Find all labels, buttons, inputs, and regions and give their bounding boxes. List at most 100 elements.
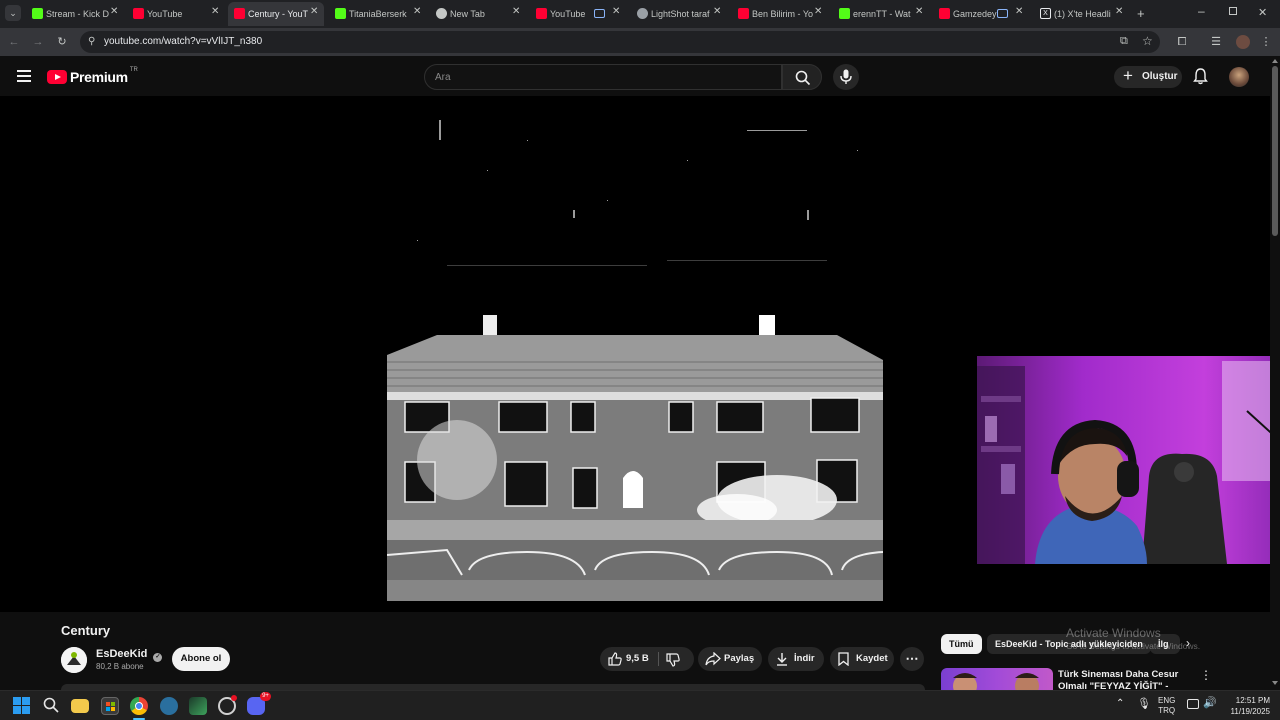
close-tab-icon[interactable]: ✕ <box>211 6 219 17</box>
network-app-icon[interactable] <box>160 697 178 715</box>
discord-icon[interactable]: 9+ <box>247 692 271 715</box>
like-dislike-group: 9,5 B <box>600 647 694 671</box>
steam-like-icon[interactable] <box>218 695 237 715</box>
close-tab-icon[interactable]: ✕ <box>814 6 822 17</box>
reading-list-icon[interactable]: ☰ <box>1208 34 1224 50</box>
profile-avatar[interactable] <box>1236 35 1250 49</box>
share-button[interactable]: Paylaş <box>698 647 762 671</box>
new-tab-button[interactable]: + <box>1137 6 1145 21</box>
chip-all[interactable]: Tümü <box>941 634 982 654</box>
save-label: Kaydet <box>856 653 888 664</box>
install-app-icon[interactable]: ⧉ <box>1120 35 1128 48</box>
close-tab-icon[interactable]: ✕ <box>512 6 520 17</box>
close-window-button[interactable]: ✕ <box>1258 6 1267 19</box>
close-tab-icon[interactable]: ✕ <box>612 6 620 17</box>
kick-icon <box>32 8 43 19</box>
close-tab-icon[interactable]: ✕ <box>110 6 118 17</box>
video-frame[interactable] <box>387 100 883 601</box>
bookmark-star-icon[interactable]: ☆ <box>1142 34 1153 48</box>
create-button[interactable]: + Oluştur <box>1114 66 1182 88</box>
menu-kebab-icon[interactable]: ⋮ <box>1258 34 1274 50</box>
hamburger-menu-icon[interactable] <box>17 70 31 82</box>
channel-avatar[interactable] <box>61 647 87 673</box>
create-label: Oluştur <box>1142 71 1178 82</box>
thumbs-down-icon[interactable] <box>666 653 680 667</box>
close-tab-icon[interactable]: ✕ <box>915 6 923 17</box>
subscribe-button[interactable]: Abone ol <box>172 647 230 671</box>
channel-avatar-image <box>61 647 87 673</box>
user-avatar[interactable] <box>1229 67 1249 87</box>
browser-tab-active[interactable]: Century - YouT ✕ <box>228 2 324 26</box>
show-hidden-icons-icon[interactable]: ⌃ <box>1116 698 1124 709</box>
browser-tab[interactable]: X (1) X'te Headli ✕ <box>1040 2 1132 26</box>
microsoft-store-icon[interactable] <box>101 697 119 715</box>
volume-icon[interactable]: 🔊 <box>1203 696 1217 709</box>
picture-in-picture-icon <box>594 9 605 18</box>
more-actions-button[interactable]: ⋯ <box>900 647 924 671</box>
search-button[interactable] <box>782 64 822 90</box>
voice-search-button[interactable] <box>833 64 859 90</box>
save-button[interactable]: Kaydet <box>830 647 894 671</box>
scroll-up-arrow-icon[interactable] <box>1272 59 1278 63</box>
recommendation-menu-icon[interactable]: ⋮ <box>1200 668 1212 682</box>
search-input[interactable]: Ara <box>424 64 782 90</box>
close-tab-icon[interactable]: ✕ <box>1115 6 1123 17</box>
tab-title: erennTT - Wat <box>853 9 911 19</box>
reload-icon[interactable]: ↻ <box>54 34 70 50</box>
notifications-bell-icon[interactable] <box>1193 68 1208 85</box>
close-tab-icon[interactable]: ✕ <box>413 6 421 17</box>
browser-tab[interactable]: YouTube ✕ <box>133 2 225 26</box>
minimize-button[interactable]: – <box>1198 4 1205 18</box>
browser-tab[interactable]: New Tab ✕ <box>436 2 528 26</box>
logo-region: TR <box>129 67 138 73</box>
like-count[interactable]: 9,5 B <box>626 647 649 671</box>
close-tab-icon[interactable]: ✕ <box>310 6 318 17</box>
watermark-title: Activate Windows <box>1066 626 1161 640</box>
recommendation-thumbnail-image <box>953 673 1039 690</box>
app-icon[interactable] <box>189 697 207 715</box>
language-code: ENG <box>1158 696 1176 705</box>
youtube-premium-logo[interactable]: Premium TR <box>47 67 138 86</box>
extensions-icon[interactable]: ⧠ <box>1174 34 1190 50</box>
browser-tab[interactable]: erennTT - Wat ✕ <box>839 2 931 26</box>
channel-name-text[interactable]: EsDeeKid <box>96 648 147 660</box>
microphone-icon[interactable]: 🎙 <box>1137 697 1151 710</box>
tab-search-button[interactable]: ⌄ <box>5 5 21 21</box>
url-text[interactable]: youtube.com/watch?v=vVlIJT_n380 <box>104 36 262 47</box>
forward-icon[interactable]: → <box>30 34 46 50</box>
youtube-icon <box>234 8 245 19</box>
search-icon[interactable] <box>43 697 59 713</box>
tab-title: Ben Bilirim - Yo <box>752 9 814 19</box>
tab-title: TitaniaBerserk <box>349 9 407 19</box>
language-indicator[interactable]: ENG TRQ <box>1158 696 1175 716</box>
chrome-icon[interactable] <box>130 697 148 715</box>
system-clock[interactable]: 12:51 PM 11/19/2025 <box>1226 695 1270 717</box>
browser-tab[interactable]: Gamzedey ✕ <box>939 2 1031 26</box>
site-info-icon[interactable]: ⚲ <box>88 36 95 47</box>
channel-name[interactable]: EsDeeKid ✓ <box>96 648 163 662</box>
close-tab-icon[interactable]: ✕ <box>713 6 721 17</box>
tab-title: (1) X'te Headli <box>1054 9 1111 19</box>
browser-tab[interactable]: TitaniaBerserk ✕ <box>335 2 427 26</box>
webcam-overlay <box>977 356 1280 564</box>
page-scrollbar[interactable] <box>1270 56 1280 690</box>
recommendation-thumbnail[interactable] <box>941 668 1053 690</box>
file-explorer-icon[interactable] <box>71 699 89 713</box>
scroll-thumb[interactable] <box>1272 66 1278 236</box>
download-button[interactable]: İndir <box>768 647 824 671</box>
youtube-icon <box>738 8 749 19</box>
browser-tab[interactable]: Stream - Kick D ✕ <box>32 2 124 26</box>
browser-tab[interactable]: Ben Bilirim - Yo ✕ <box>738 2 830 26</box>
thumbs-up-icon[interactable] <box>608 652 622 666</box>
back-icon[interactable]: ← <box>6 34 22 50</box>
close-tab-icon[interactable]: ✕ <box>1015 6 1023 17</box>
address-bar[interactable]: ⚲ youtube.com/watch?v=vVlIJT_n380 ⧉ ☆ <box>80 31 1160 53</box>
network-display-icon[interactable] <box>1187 699 1199 709</box>
restore-button[interactable] <box>1229 7 1237 15</box>
microphone-icon <box>840 69 852 84</box>
windows-start-icon[interactable] <box>13 697 30 714</box>
scroll-down-arrow-icon[interactable] <box>1272 681 1278 685</box>
browser-tab[interactable]: YouTube ✕ <box>536 2 632 26</box>
browser-tab[interactable]: LightShot taraf ✕ <box>637 2 729 26</box>
download-label: İndir <box>794 653 815 664</box>
